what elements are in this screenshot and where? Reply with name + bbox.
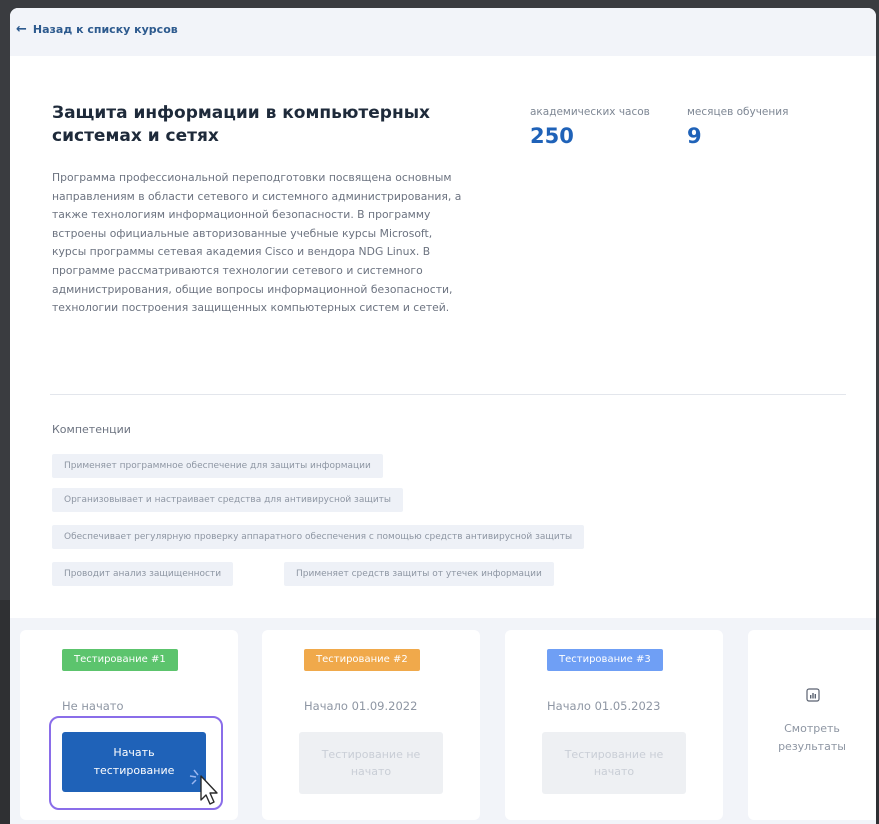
stat-hours: академических часов 250 [530,106,650,148]
test-status: Начало 01.05.2023 [547,699,661,713]
stat-hours-label: академических часов [530,106,650,118]
competency-tag: Применяет программное обеспечение для за… [52,454,383,478]
test-not-started-button[interactable]: Тестирование не начато [542,732,686,794]
course-page: ← Назад к списку курсов Защита информаци… [10,8,876,824]
test-not-started-label: Тестирование не начато [321,748,421,778]
competency-tag: Проводит анализ защищенности [52,562,234,586]
test-card-2: Тестирование #2 Начало 01.09.2022 Тестир… [262,630,480,820]
course-card: Защита информации в компьютерных система… [10,56,876,618]
top-bar: ← Назад к списку курсов [10,8,876,54]
competency-tag: Обеспечивает регулярную проверку аппарат… [52,525,585,549]
test-not-started-button[interactable]: Тестирование не начато [299,732,443,794]
start-test-button[interactable]: Начать тестирование [62,732,206,792]
test-badge: Тестирование #2 [304,649,420,671]
divider [50,394,846,395]
view-results-text: Смотреть результаты [778,722,846,753]
view-results-button[interactable]: Смотреть результаты [748,630,876,820]
competency-tag: Применяет средств защиты от утечек инфор… [284,562,554,586]
test-status: Не начато [62,699,124,713]
course-description: Программа профессиональной переподготовк… [52,171,462,315]
course-title: Защита информации в компьютерных система… [52,103,431,146]
test-not-started-label: Тестирование не начато [564,748,664,778]
test-card-1: Тестирование #1 Не начато Начать тестиро… [20,630,238,820]
competencies-title: Компетенции [52,423,131,436]
bar-chart-icon [806,688,820,702]
start-test-label: Начать тестирование [93,746,175,777]
competency-tag: Организовывает и настраивает средства дл… [52,488,404,512]
test-status: Начало 01.09.2022 [304,699,418,713]
stat-months-label: месяцев обучения [687,106,789,118]
back-link-label: Назад к списку курсов [32,23,178,36]
arrow-left-icon: ← [16,22,27,37]
stat-months: месяцев обучения 9 [687,106,788,148]
mouse-pointer-icon [189,769,218,805]
test-badge: Тестирование #1 [62,649,178,671]
view-results-label: Смотреть результаты [748,720,876,756]
test-badge: Тестирование #3 [547,649,663,671]
test-card-3: Тестирование #3 Начало 01.05.2023 Тестир… [505,630,723,820]
stat-months-value: 9 [687,124,702,148]
back-to-courses-link[interactable]: ← Назад к списку курсов [16,23,178,36]
stat-hours-value: 250 [530,124,574,148]
